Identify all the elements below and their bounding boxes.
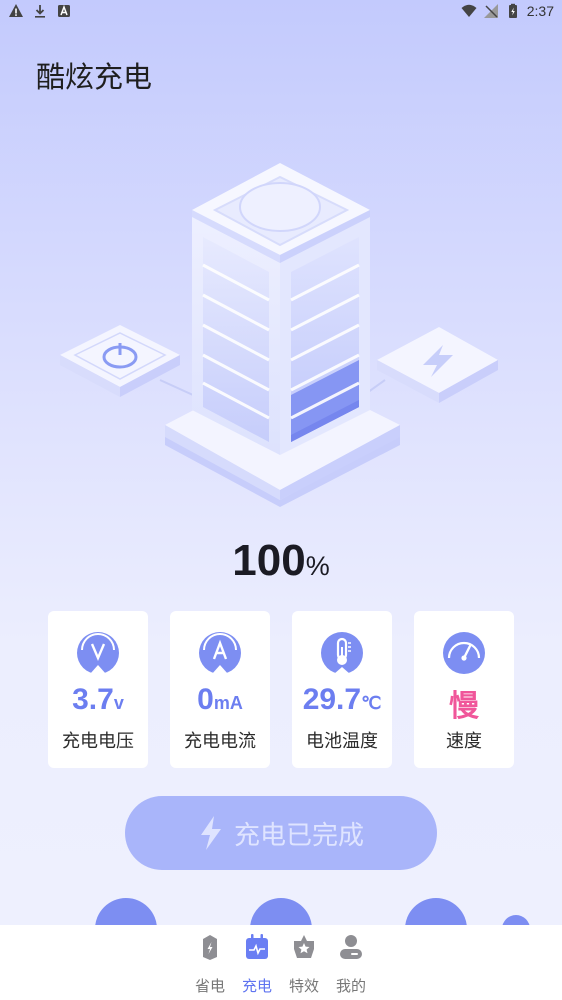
- tab-label: 充电: [241, 977, 272, 995]
- tab-label: 我的: [335, 977, 366, 995]
- bubble: [250, 898, 312, 925]
- tab-effects[interactable]: 特效: [281, 933, 327, 996]
- voltage-label: 充电电压: [62, 731, 134, 752]
- voltage-value: 3.7v: [72, 683, 124, 716]
- temperature-value: 29.7℃: [302, 683, 382, 716]
- charge-complete-button[interactable]: 充电已完成: [125, 796, 437, 870]
- battery-percent: 100%: [0, 536, 562, 586]
- charging-icon: [246, 934, 268, 959]
- bubble: [502, 915, 530, 925]
- charging-screen: 2:37 酷炫充电 100% 3.7v 充电电压 0mA 充电电流 29.7℃ …: [0, 0, 562, 925]
- bubble: [95, 898, 157, 925]
- tab-label: 特效: [288, 977, 319, 995]
- bolt-pad: [377, 327, 498, 403]
- star-effect-icon: [294, 935, 314, 958]
- download-icon: [35, 5, 45, 18]
- wifi-icon: [461, 4, 477, 17]
- battery-saver-icon: [203, 935, 217, 960]
- lightning-icon: [200, 816, 221, 850]
- current-card: 0mA 充电电流: [170, 611, 270, 768]
- battery-percent-value: 100: [232, 536, 306, 585]
- speed-value: 慢: [449, 689, 479, 724]
- charging-station-illustration: [60, 163, 498, 507]
- ammeter-icon: [199, 632, 241, 674]
- battery-charging-icon: [508, 3, 517, 18]
- current-value: 0mA: [197, 683, 243, 716]
- battery-percent-unit: %: [305, 551, 330, 581]
- status-notifications: [8, 3, 72, 19]
- current-label: 充电电流: [184, 731, 256, 752]
- speed-card: 慢 速度: [414, 611, 514, 768]
- tab-charging[interactable]: 充电: [234, 933, 280, 996]
- power-pad: [60, 325, 180, 397]
- temperature-label: 电池温度: [306, 731, 378, 752]
- speed-label: 速度: [446, 731, 482, 752]
- page-title: 酷炫充电: [36, 60, 153, 94]
- tab-mine[interactable]: 我的: [328, 933, 374, 996]
- clock-time: 2:37: [526, 3, 554, 19]
- warning-icon: [9, 4, 23, 17]
- bottom-tab-bar: 省电 充电 特效 我的: [0, 925, 562, 1000]
- tab-power-saving[interactable]: 省电: [187, 933, 233, 996]
- temperature-card: 29.7℃ 电池温度: [292, 611, 392, 768]
- tab-label: 省电: [194, 977, 225, 995]
- bubble: [405, 898, 467, 925]
- status-bar: 2:37: [0, 0, 562, 24]
- status-system: 2:37: [461, 3, 554, 19]
- thermometer-icon: [321, 632, 363, 674]
- voltage-card: 3.7v 充电电压: [48, 611, 148, 768]
- profile-icon: [340, 935, 362, 959]
- speedometer-icon: [443, 632, 485, 674]
- charge-complete-label: 充电已完成: [233, 820, 364, 851]
- voltmeter-icon: [77, 632, 119, 674]
- no-signal-icon: [483, 4, 498, 18]
- app-notification-icon: [58, 4, 70, 17]
- stats-panel: 3.7v 充电电压 0mA 充电电流 29.7℃ 电池温度 慢 速度: [48, 611, 514, 768]
